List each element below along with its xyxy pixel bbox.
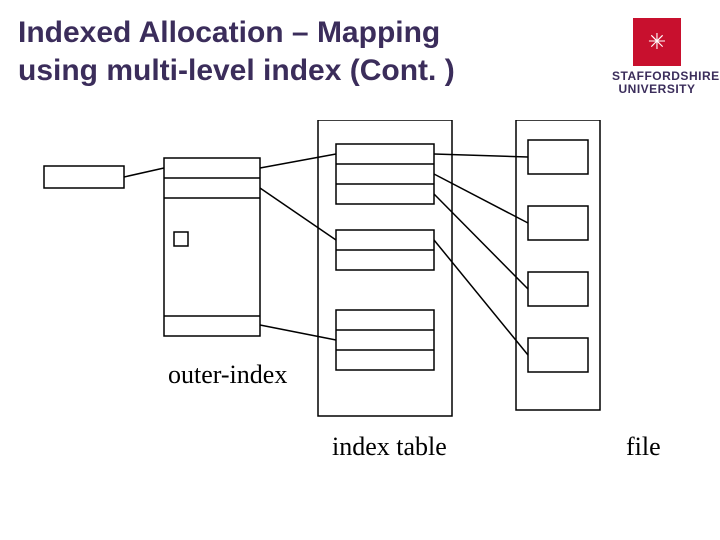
logo-mark-icon: ✳ xyxy=(633,18,681,66)
slide-title: Indexed Allocation – Mapping using multi… xyxy=(18,14,455,89)
label-index-table: index table xyxy=(332,432,447,462)
allocation-diagram xyxy=(30,120,610,440)
title-line-2: using multi-level index (Cont. ) xyxy=(18,54,455,87)
logo-text-1: STAFFORDSHIRE xyxy=(612,69,720,83)
logo-glyph: ✳ xyxy=(648,29,666,55)
label-outer-index: outer-index xyxy=(168,360,287,390)
university-logo: ✳ STAFFORDSHIRE UNIVERSITY xyxy=(612,18,702,96)
logo-text-2: UNIVERSITY xyxy=(618,82,695,96)
title-line-1: Indexed Allocation – Mapping xyxy=(18,16,440,49)
logo-text: STAFFORDSHIRE UNIVERSITY xyxy=(612,70,702,96)
label-file: file xyxy=(626,432,661,462)
